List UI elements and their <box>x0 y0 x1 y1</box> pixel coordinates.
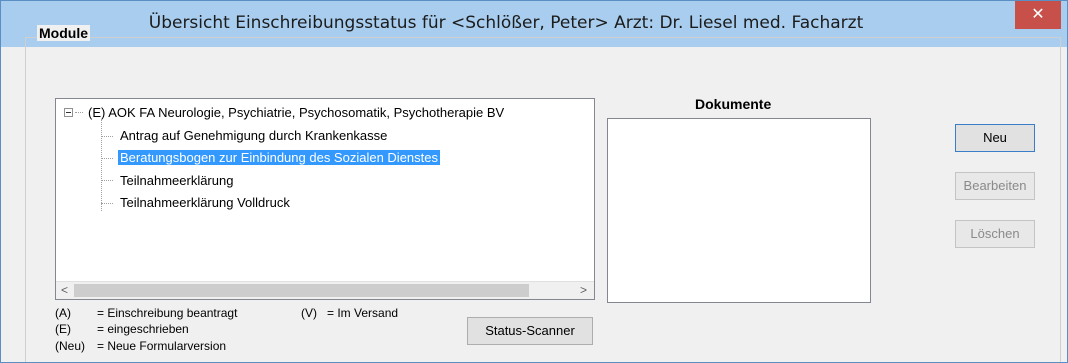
legend-e-key: (E) <box>55 322 71 336</box>
tree-item[interactable]: Teilnahmeerklärung <box>120 173 233 188</box>
legend-a-key: (A) <box>55 306 71 320</box>
legend-e-text: = eingeschrieben <box>97 322 189 336</box>
edit-button[interactable]: Bearbeiten <box>955 172 1035 200</box>
scroll-thumb[interactable] <box>74 284 529 297</box>
window-title: Übersicht Einschreibungsstatus für <Schl… <box>148 13 864 33</box>
tree-connector <box>101 158 113 159</box>
new-button[interactable]: Neu <box>955 124 1035 152</box>
dialog-window: Übersicht Einschreibungsstatus für <Schl… <box>0 0 1068 363</box>
tree-connector <box>101 203 113 204</box>
tree-connector <box>101 180 113 181</box>
delete-button[interactable]: Löschen <box>955 220 1035 248</box>
scroll-right-icon[interactable]: > <box>575 282 592 299</box>
tree-item[interactable]: Antrag auf Genehmigung durch Krankenkass… <box>120 128 387 143</box>
documents-label: Dokumente <box>695 96 772 112</box>
horizontal-scrollbar[interactable]: < > <box>56 281 594 299</box>
tree-root-node[interactable]: (E) AOK FA Neurologie, Psychiatrie, Psyc… <box>88 105 504 120</box>
tree-connector <box>101 136 113 137</box>
collapse-icon[interactable] <box>64 108 73 117</box>
scroll-left-icon[interactable]: < <box>56 282 73 299</box>
status-scanner-button[interactable]: Status-Scanner <box>467 317 593 345</box>
documents-list[interactable] <box>607 118 871 303</box>
module-tree[interactable]: (E) AOK FA Neurologie, Psychiatrie, Psyc… <box>55 98 595 300</box>
legend-neu-key: (Neu) <box>55 339 86 353</box>
close-icon: ✕ <box>1031 6 1045 23</box>
tree-connector <box>75 112 83 113</box>
module-group-label: Module <box>37 25 90 41</box>
close-button[interactable]: ✕ <box>1015 1 1061 29</box>
legend-v-text: = Im Versand <box>327 306 399 320</box>
legend-neu-text: = Neue Formularversion <box>97 339 227 353</box>
tree-connector <box>101 119 102 211</box>
legend-a-text: = Einschreibung beantragt <box>97 306 238 320</box>
tree-item[interactable]: Teilnahmeerklärung Volldruck <box>120 195 290 210</box>
legend-v-key: (V) <box>301 306 317 320</box>
tree-item-selected[interactable]: Beratungsbogen zur Einbindung des Sozial… <box>118 150 440 165</box>
